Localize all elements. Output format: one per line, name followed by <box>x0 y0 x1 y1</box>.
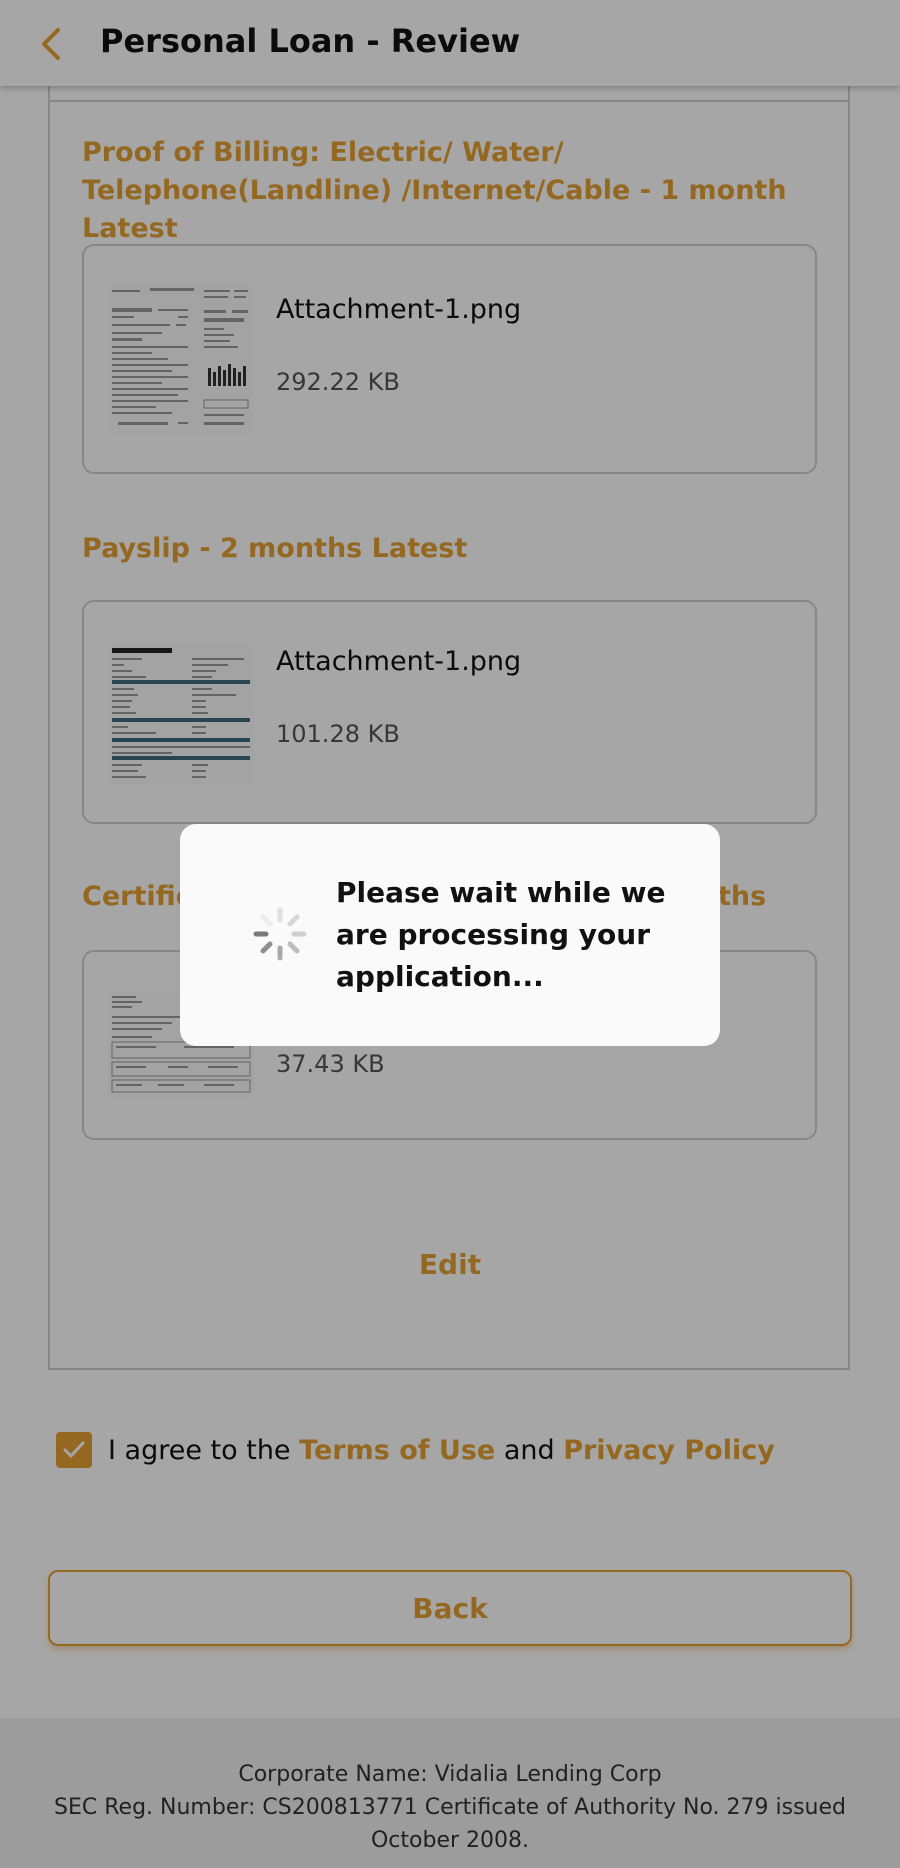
processing-modal: Please wait while we are processing your… <box>180 824 720 1046</box>
processing-message: Please wait while we are processing your… <box>336 876 666 993</box>
loading-spinner-icon <box>253 907 307 961</box>
